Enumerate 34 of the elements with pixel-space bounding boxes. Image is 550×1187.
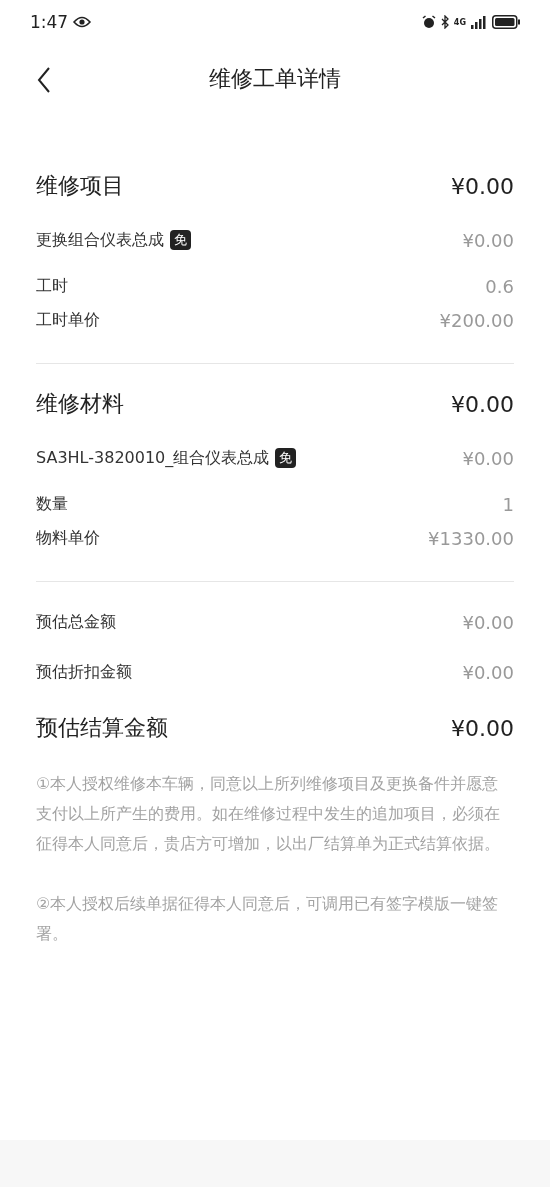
item-value: 1 xyxy=(502,493,514,515)
section-title: 维修材料 xyxy=(36,390,124,418)
eye-icon xyxy=(73,16,92,28)
item-label: 物料单价 xyxy=(36,527,100,549)
item-label: 更换组合仪表总成 xyxy=(36,229,164,251)
settlement-label: 预估结算金额 xyxy=(36,714,168,742)
total-value: ¥0.00 xyxy=(462,611,514,633)
item-value: ¥0.00 xyxy=(462,229,514,251)
alarm-icon xyxy=(421,15,436,29)
section-amount: ¥0.00 xyxy=(451,391,514,417)
item-value: 0.6 xyxy=(485,275,514,297)
item-value: ¥1330.00 xyxy=(428,527,514,549)
page-title: 维修工单详情 xyxy=(209,65,341,93)
signal-icon xyxy=(471,15,487,29)
total-label: 预估折扣金额 xyxy=(36,661,132,683)
settlement-amount: ¥0.00 xyxy=(451,715,514,741)
section-amount: ¥0.00 xyxy=(451,173,514,199)
terms-paragraph: ①本人授权维修本车辆，同意以上所列维修项目及更换备件并愿意支付以上所产生的费用。如在维修过程中发生的追加项目，必须在征得本人同意后，贵店方可增加，以出厂结算单为正式结算依据。 xyxy=(36,773,501,855)
item-value: ¥0.00 xyxy=(462,447,514,469)
item-label: 数量 xyxy=(36,493,68,515)
battery-icon xyxy=(492,15,520,29)
free-badge: 免 xyxy=(170,230,191,250)
free-badge: 免 xyxy=(275,448,297,468)
terms-paragraph: ②本人授权后续单据征得本人同意后，可调用已有签字模版一键签署。 xyxy=(36,893,500,945)
item-value: ¥200.00 xyxy=(439,309,514,331)
status-time: 1:47 xyxy=(30,12,69,32)
network-label: 4G xyxy=(453,17,466,27)
item-label: SA3HL-3820010_组合仪表总成 xyxy=(36,447,270,469)
bluetooth-icon xyxy=(440,15,449,29)
total-value: ¥0.00 xyxy=(462,661,514,683)
item-label: 工时单价 xyxy=(36,309,100,331)
section-title: 维修项目 xyxy=(36,172,124,200)
item-label: 工时 xyxy=(36,275,68,297)
total-label: 预估总金额 xyxy=(36,611,116,633)
